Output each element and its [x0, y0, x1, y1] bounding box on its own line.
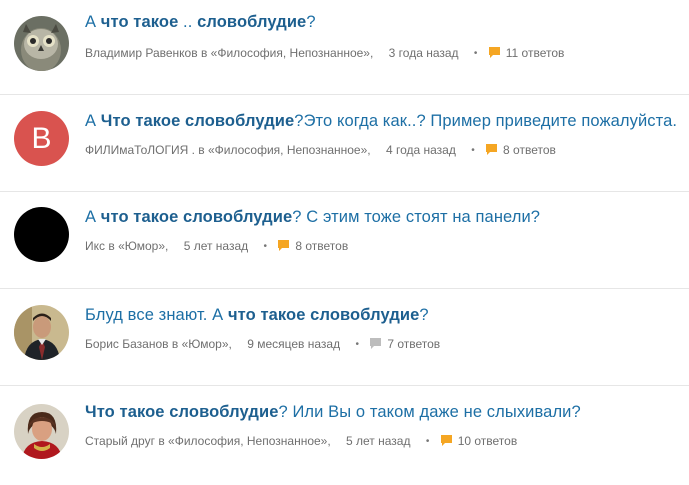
comment-bubble-icon — [486, 144, 498, 155]
title-text[interactable]: .. — [178, 13, 197, 31]
question-meta: Борис Базанов в «Юмор», 9 месяцев назад … — [85, 337, 440, 351]
category-link[interactable]: в «Философия, Непознанное», — [198, 143, 370, 157]
title-highlight[interactable]: словоблудие — [197, 13, 306, 31]
question-title[interactable]: Блуд все знают. А что такое словоблудие? — [85, 306, 429, 325]
comment-bubble-icon — [278, 240, 290, 251]
title-highlight[interactable]: Что такое словоблудие — [101, 112, 295, 130]
category-link[interactable]: в «Юмор», — [172, 337, 232, 351]
timestamp: 3 года назад — [388, 46, 459, 60]
title-highlight[interactable]: что такое — [101, 13, 179, 31]
title-text[interactable]: А — [85, 208, 101, 226]
separator-dot: • — [473, 48, 478, 59]
avatar[interactable] — [14, 305, 69, 360]
question-title[interactable]: Что такое словоблудие? Или Вы о таком да… — [85, 403, 581, 422]
title-text[interactable]: ? Или Вы о таком даже не слыхивали? — [279, 403, 581, 421]
separator-dot: • — [355, 339, 359, 350]
timestamp: 5 лет назад — [346, 434, 411, 448]
owl-photo-icon — [14, 16, 69, 71]
title-text[interactable]: ? — [419, 306, 428, 324]
answers-count[interactable]: 11 ответов — [506, 46, 565, 60]
list-item: А что такое словоблудие? С этим тоже сто… — [0, 192, 689, 289]
avatar[interactable] — [14, 404, 69, 459]
title-highlight[interactable]: что такое словоблудие — [101, 208, 292, 226]
avatar[interactable] — [14, 16, 69, 71]
comment-bubble-icon — [370, 338, 382, 349]
answers-count[interactable]: 10 ответов — [458, 434, 518, 448]
title-highlight[interactable]: что такое словоблудие — [228, 306, 419, 324]
timestamp: 4 года назад — [385, 143, 456, 157]
author-link[interactable]: Икс — [85, 239, 105, 253]
question-list: А что такое .. словоблудие? Владимир Рав… — [0, 0, 689, 484]
question-meta: Икс в «Юмор», 5 лет назад • 8 ответов — [85, 239, 348, 253]
title-text[interactable]: ? С этим тоже стоят на панели? — [292, 208, 540, 226]
list-item: А что такое .. словоблудие? Владимир Рав… — [0, 0, 689, 95]
question-meta: ФИЛИмаТоЛОГИЯ . в «Философия, Непознанно… — [85, 143, 556, 157]
avatar[interactable] — [14, 207, 69, 262]
separator-dot: • — [425, 436, 430, 447]
answers-count[interactable]: 7 ответов — [387, 337, 440, 351]
title-text[interactable]: ? — [306, 13, 315, 31]
category-link[interactable]: в «Философия, Непознанное», — [158, 434, 330, 448]
comment-bubble-icon — [440, 435, 452, 446]
category-link[interactable]: в «Философия, Непознанное», — [201, 46, 373, 60]
title-text[interactable]: А — [85, 13, 101, 31]
avatar[interactable]: B — [14, 111, 69, 166]
timestamp: 5 лет назад — [183, 239, 249, 253]
question-title[interactable]: А Что такое словоблудие?Это когда как..?… — [85, 112, 677, 131]
title-text[interactable]: Блуд все знают. А — [85, 306, 228, 324]
category-link[interactable]: в «Юмор», — [108, 239, 168, 253]
question-title[interactable]: А что такое словоблудие? С этим тоже сто… — [85, 208, 540, 227]
title-text[interactable]: ?Это когда как..? Пример приведите пожал… — [294, 112, 677, 130]
answers-count[interactable]: 8 ответов — [503, 143, 556, 157]
list-item: B А Что такое словоблудие?Это когда как.… — [0, 95, 689, 192]
author-link[interactable]: Старый друг — [85, 434, 155, 448]
list-item: Блуд все знают. А что такое словоблудие?… — [0, 289, 689, 386]
comment-bubble-icon — [488, 47, 500, 58]
title-highlight[interactable]: Что такое словоблудие — [85, 403, 279, 421]
separator-dot: • — [263, 241, 268, 252]
man-photo-icon — [14, 305, 69, 360]
timestamp: 9 месяцев назад — [247, 337, 341, 351]
question-title[interactable]: А что такое .. словоблудие? — [85, 13, 316, 32]
author-link[interactable]: ФИЛИмаТоЛОГИЯ . — [85, 143, 195, 157]
question-meta: Владимир Равенков в «Философия, Непознан… — [85, 46, 564, 60]
avatar-letter: B — [31, 122, 52, 155]
author-link[interactable]: Борис Базанов — [85, 337, 169, 351]
answers-count[interactable]: 8 ответов — [295, 239, 348, 253]
question-meta: Старый друг в «Философия, Непознанное», … — [85, 434, 517, 448]
title-text[interactable]: А — [85, 112, 101, 130]
woman-photo-icon — [14, 404, 69, 459]
list-item: Что такое словоблудие? Или Вы о таком да… — [0, 386, 689, 484]
author-link[interactable]: Владимир Равенков — [85, 46, 198, 60]
separator-dot: • — [471, 145, 475, 156]
